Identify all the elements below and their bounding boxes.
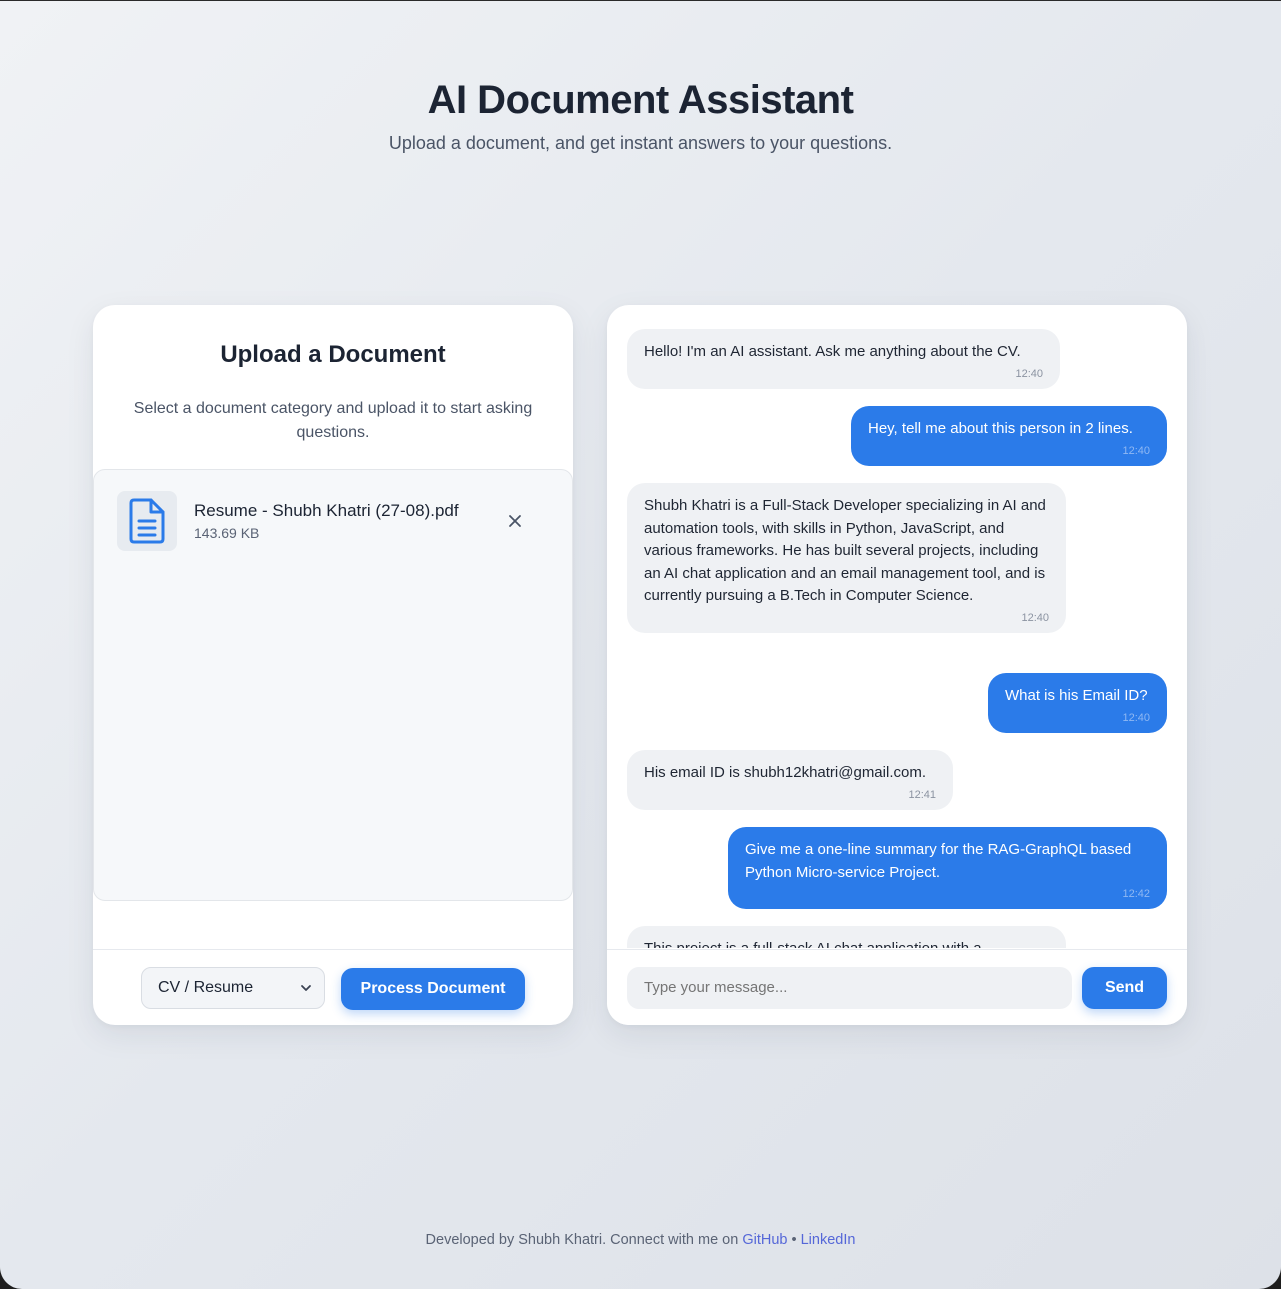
chat-footer: Send (607, 949, 1187, 1025)
upload-card: Upload a Document Select a document cate… (93, 305, 573, 1025)
process-document-button[interactable]: Process Document (341, 968, 525, 1010)
category-select-value: CV / Resume (158, 979, 254, 996)
message-text: Shubh Khatri is a Full-Stack Developer s… (644, 497, 1046, 604)
github-link[interactable]: GitHub (742, 1232, 787, 1248)
message-input[interactable] (627, 967, 1072, 1009)
message-time: 12:40 (1122, 711, 1150, 724)
upload-footer: CV / Resume Process Document (93, 949, 573, 1025)
footer-separator: • (791, 1232, 797, 1248)
upload-title: Upload a Document (220, 341, 446, 368)
message-text: His email ID is shubh12khatri@gmail.com. (644, 764, 926, 781)
page-title: AI Document Assistant (427, 78, 854, 122)
chat-card: Hello! I'm an AI assistant. Ask me anyth… (607, 305, 1187, 1025)
file-name: Resume - Shubh Khatri (27-08).pdf (194, 501, 459, 520)
message-time: 12:40 (1015, 367, 1043, 380)
message-time: 12:40 (1021, 611, 1049, 624)
message-text: Give me a one-line summary for the RAG-G… (745, 841, 1132, 881)
send-button[interactable]: Send (1082, 967, 1167, 1009)
file-size: 143.69 KB (194, 525, 260, 541)
chat-message-user: Hey, tell me about this person in 2 line… (851, 406, 1167, 466)
chat-message-user: Give me a one-line summary for the RAG-G… (728, 827, 1167, 909)
chat-messages[interactable]: Hello! I'm an AI assistant. Ask me anyth… (607, 305, 1187, 948)
chevron-down-icon (301, 985, 311, 991)
message-time: 12:42 (1122, 888, 1150, 900)
message-text: This project is a full-stack AI chat app… (644, 940, 982, 948)
message-text: Hey, tell me about this person in 2 line… (868, 420, 1133, 437)
chat-message-bot: This project is a full-stack AI chat app… (627, 926, 1066, 948)
message-time: 12:41 (908, 788, 936, 801)
chat-message-bot: His email ID is shubh12khatri@gmail.com.… (627, 750, 953, 810)
upload-description: Select a document category and upload it… (133, 400, 533, 441)
page-subtitle: Upload a document, and get instant answe… (388, 133, 893, 153)
page-header: AI Document Assistant Upload a document,… (0, 77, 1281, 154)
uploaded-file: Resume - Shubh Khatri (27-08).pdf 143.69… (117, 491, 549, 551)
page-footer: Developed by Shubh Khatri. Connect with … (0, 1232, 1281, 1248)
category-select[interactable]: CV / Resume (141, 967, 325, 1009)
message-text: Hello! I'm an AI assistant. Ask me anyth… (644, 343, 1021, 360)
chat-message-bot: Hello! I'm an AI assistant. Ask me anyth… (627, 329, 1060, 389)
app-window: AI Document Assistant Upload a document,… (0, 0, 1281, 1289)
document-icon (117, 491, 177, 551)
chat-message-bot: Shubh Khatri is a Full-Stack Developer s… (627, 483, 1066, 633)
linkedin-link[interactable]: LinkedIn (801, 1232, 856, 1248)
message-text: What is his Email ID? (1005, 687, 1148, 704)
close-icon (509, 515, 521, 527)
chat-message-user: What is his Email ID? 12:40 (988, 673, 1167, 733)
message-time: 12:40 (1122, 444, 1150, 457)
remove-file-button[interactable] (505, 511, 525, 531)
footer-text: Developed by Shubh Khatri. Connect with … (425, 1232, 739, 1248)
